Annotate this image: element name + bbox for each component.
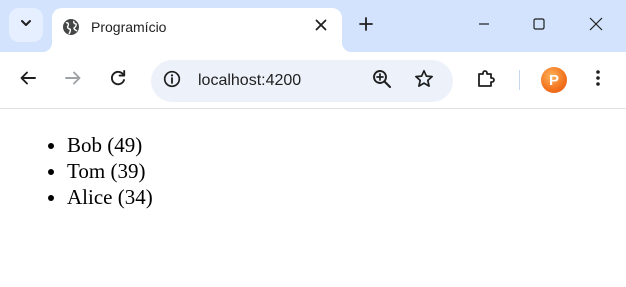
profile-avatar[interactable]: P	[541, 67, 567, 93]
extensions-button[interactable]	[470, 64, 502, 96]
reload-button[interactable]	[102, 64, 134, 96]
star-icon	[414, 69, 434, 94]
menu-button[interactable]	[582, 64, 614, 96]
minimize-button[interactable]	[468, 10, 500, 42]
list-item: Alice (34)	[67, 184, 153, 210]
plus-icon	[359, 16, 373, 36]
maximize-icon	[533, 17, 545, 35]
close-icon	[589, 17, 603, 36]
toolbar-separator	[519, 70, 520, 90]
page-content: Bob (49) Tom (39) Alice (34)	[0, 110, 626, 287]
close-icon	[315, 18, 327, 36]
site-info-button[interactable]	[159, 68, 185, 94]
zoom-button[interactable]	[367, 66, 397, 96]
tab-strip: Programício	[0, 0, 626, 52]
arrow-right-icon	[64, 69, 82, 92]
minimize-icon	[478, 17, 490, 35]
info-icon	[163, 70, 181, 93]
new-tab-button[interactable]	[353, 13, 379, 39]
bookmark-button[interactable]	[409, 66, 439, 96]
globe-icon	[62, 18, 80, 36]
puzzle-icon	[476, 68, 496, 93]
address-bar[interactable]: localhost:4200	[151, 60, 453, 102]
zoom-in-icon	[372, 69, 392, 94]
url-text[interactable]: localhost:4200	[198, 71, 301, 91]
people-list: Bob (49) Tom (39) Alice (34)	[67, 132, 153, 210]
chevron-down-icon	[19, 16, 33, 35]
maximize-button[interactable]	[523, 10, 555, 42]
kebab-menu-icon	[595, 69, 601, 92]
arrow-left-icon	[19, 69, 37, 92]
reload-icon	[109, 69, 127, 92]
toolbar: localhost:4200 P	[0, 52, 626, 109]
tab-search-button[interactable]	[9, 8, 43, 42]
list-item: Bob (49)	[67, 132, 153, 158]
list-item: Tom (39)	[67, 158, 153, 184]
tab-title: Programício	[91, 19, 167, 35]
forward-button[interactable]	[57, 64, 89, 96]
profile-letter: P	[548, 71, 559, 89]
tab-close-button[interactable]	[310, 16, 332, 38]
window-close-button[interactable]	[580, 10, 612, 42]
back-button[interactable]	[12, 64, 44, 96]
tab-active[interactable]: Programício	[42, 8, 352, 52]
